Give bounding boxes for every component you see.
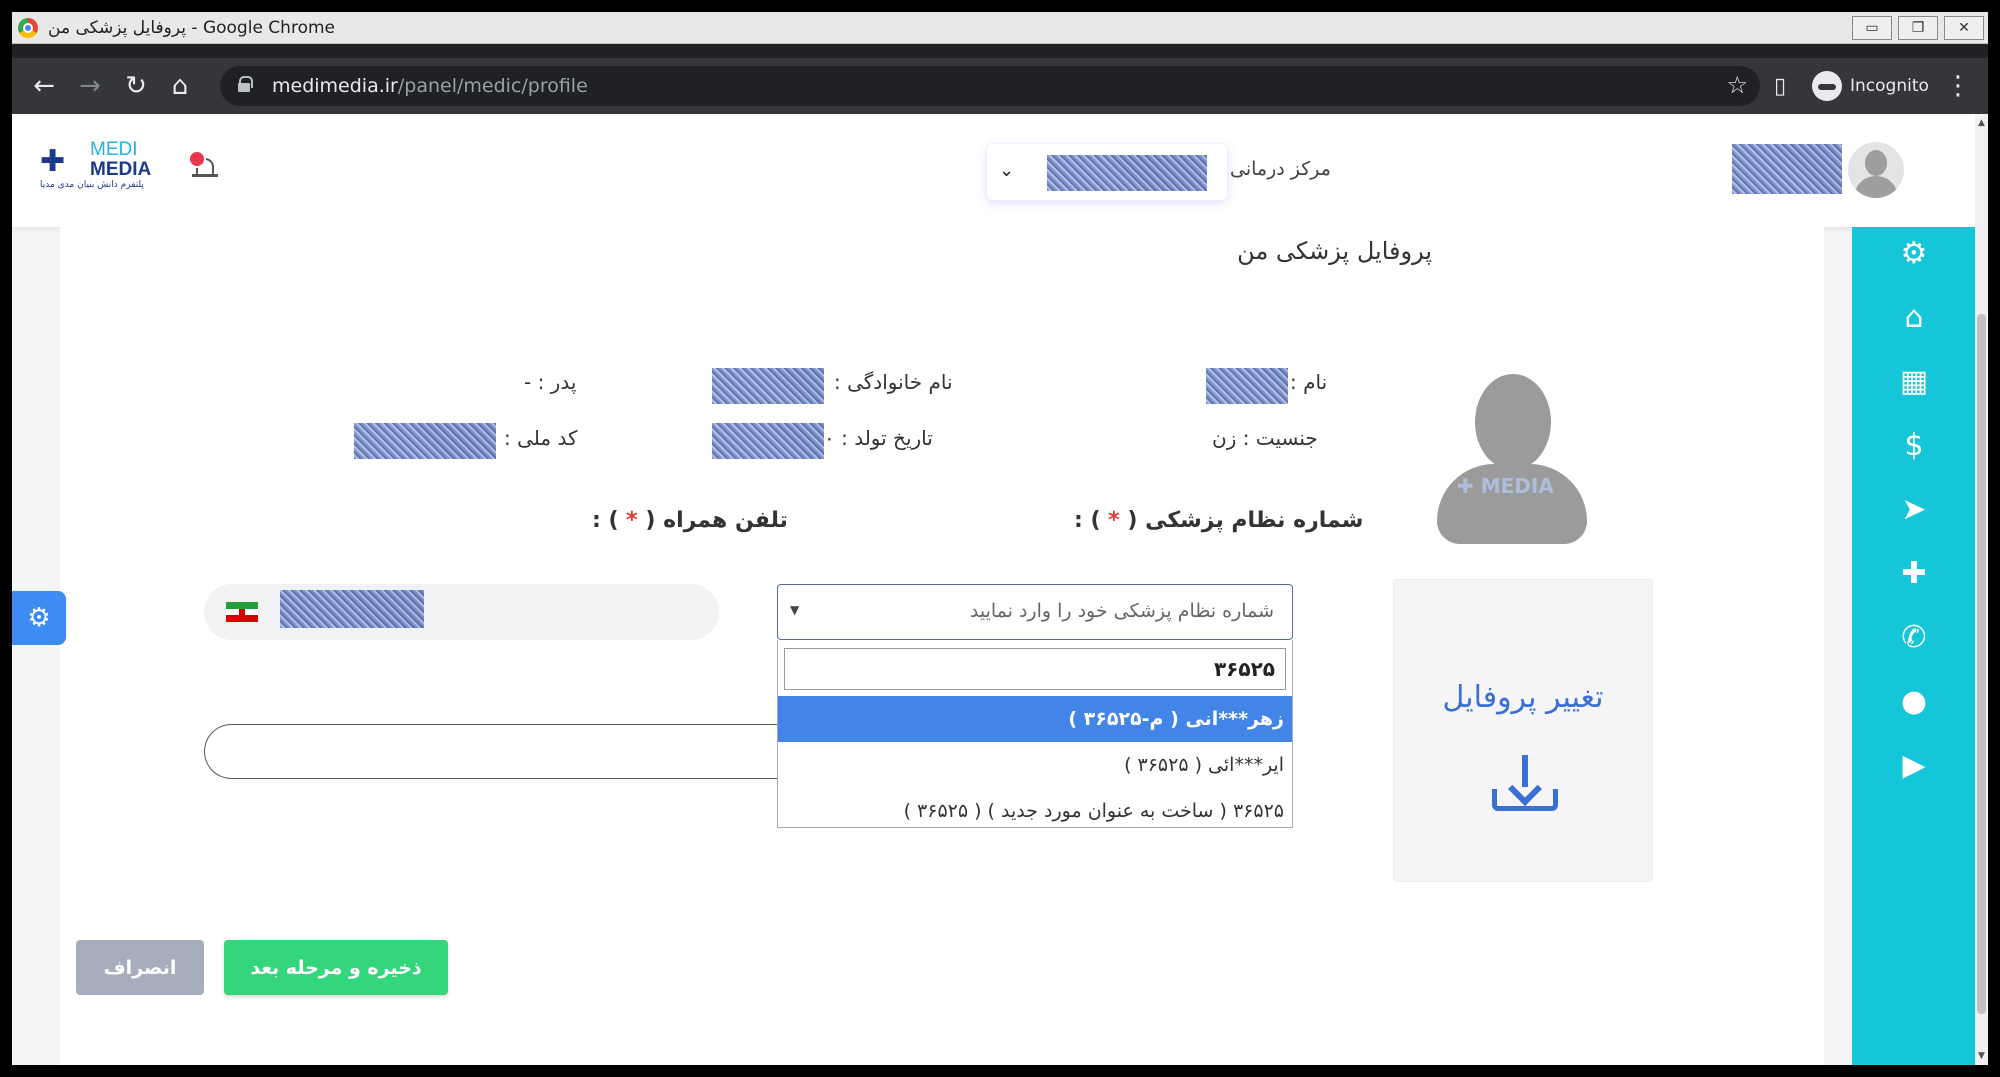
side-panel-icon[interactable]: ▯: [1764, 70, 1796, 102]
restore-button[interactable]: ❐: [1898, 16, 1938, 40]
chevron-down-icon: ⌄: [999, 160, 1015, 181]
file-plus-icon[interactable]: ✚: [1894, 553, 1934, 593]
browser-toolbar: ← → ↻ ⌂ medimedia.ir/panel/medic/profile…: [12, 58, 1988, 114]
dropdown-option[interactable]: ۳۶۵۲۵ ( ساخت به عنوان مورد جدید ) ( ۳۶۵۲…: [778, 788, 1292, 834]
chrome-logo-icon: [18, 18, 38, 38]
medical-number-label: شماره نظام پزشکی ( * ) :: [1074, 508, 1364, 533]
change-profile-upload[interactable]: تغییر پروفایل: [1393, 579, 1653, 882]
tab-strip: [12, 44, 1988, 58]
page-viewport: ✚ MEDI MEDIA پلتفرم دانش بنیان مدی مدیا ⌄…: [12, 114, 1975, 1065]
mobile-value: [280, 590, 424, 628]
lock-icon: [238, 76, 253, 92]
medical-number-dropdown: زهر***انی ( م-۳۶۵۲۵ ) ایر***ائی ( ۳۶۵۲۵ …: [777, 640, 1293, 828]
medical-center-select[interactable]: ⌄: [987, 144, 1227, 200]
last-name-value: [712, 368, 824, 404]
profile-picture: ✚ MEDIA: [1437, 374, 1587, 544]
window-titlebar: پروفایل پزشکی من - Google Chrome ▭ ❐ ✕: [12, 12, 1988, 44]
medical-center-value: [1047, 155, 1207, 191]
watermark-logo-icon: ✚ MEDIA: [1457, 474, 1554, 498]
gear-icon[interactable]: ⚙: [1894, 233, 1934, 273]
menu-dots-icon[interactable]: ⋮: [1942, 70, 1974, 102]
birth-date-value: [712, 423, 824, 459]
url-text: medimedia.ir/panel/medic/profile: [272, 75, 588, 97]
clinic-icon[interactable]: ⌂: [1894, 297, 1934, 337]
reload-icon[interactable]: ↻: [120, 70, 152, 102]
cancel-button[interactable]: انصراف: [76, 940, 204, 995]
address-bar[interactable]: medimedia.ir/panel/medic/profile ☆: [220, 66, 1760, 106]
change-profile-label: تغییر پروفایل: [1442, 680, 1604, 715]
select-placeholder: شماره نظام پزشکی خود را وارد نمایید: [969, 600, 1274, 622]
bell-icon[interactable]: [188, 150, 218, 182]
bookmark-star-icon[interactable]: ☆: [1726, 71, 1748, 99]
mobile-input[interactable]: [204, 584, 719, 640]
scroll-up-arrow-icon[interactable]: ▲: [1975, 116, 1988, 130]
page-title: پروفایل پزشکی من: [1237, 237, 1432, 265]
birth-date-label: تاریخ تولد : ۰: [824, 426, 933, 450]
avatar[interactable]: [1848, 142, 1904, 198]
logo-mark-icon: ✚: [40, 144, 66, 179]
phone-icon[interactable]: ✆: [1894, 617, 1934, 657]
page-scrollbar[interactable]: ▲ ▼: [1975, 114, 1988, 1065]
mobile-label: تلفن همراه ( * ) :: [592, 508, 788, 533]
dropdown-search-field[interactable]: [784, 648, 1286, 690]
forward-arrow-icon[interactable]: →: [74, 70, 106, 102]
user-name[interactable]: [1732, 144, 1842, 194]
dropdown-option[interactable]: ایر***ائی ( ۳۶۵۲۵ ): [778, 742, 1292, 788]
gender-label: جنسیت : زن: [1212, 426, 1318, 450]
download-icon: [1492, 755, 1558, 815]
medical-number-select[interactable]: شماره نظام پزشکی خود را وارد نمایید ▼: [777, 584, 1293, 640]
close-button[interactable]: ✕: [1944, 16, 1984, 40]
minimize-button[interactable]: ▭: [1852, 16, 1892, 40]
hand-money-icon[interactable]: $: [1894, 425, 1934, 465]
building-user-icon[interactable]: ▦: [1894, 361, 1934, 401]
dropdown-arrow-icon: ▼: [790, 603, 800, 617]
incognito-icon: [1812, 71, 1842, 101]
send-icon[interactable]: ➤: [1894, 489, 1934, 529]
video-icon[interactable]: ▶: [1894, 745, 1934, 785]
back-arrow-icon[interactable]: ←: [28, 70, 60, 102]
first-name-label: نام :: [1290, 370, 1328, 394]
father-label: پدر : -: [524, 370, 577, 394]
settings-gear-icon[interactable]: ⚙: [12, 591, 66, 645]
site-header: ✚ MEDI MEDIA پلتفرم دانش بنیان مدی مدیا ⌄…: [12, 114, 1975, 227]
save-next-button[interactable]: ذخیره و مرحله بعد: [224, 940, 448, 995]
first-name-value: [1206, 368, 1288, 404]
sidebar: ⚙ ⌂ ▦ $ ➤ ✚ ✆ ● ▶: [1852, 227, 1975, 1065]
user-icon[interactable]: ●: [1894, 681, 1934, 721]
text-input[interactable]: [204, 724, 779, 779]
medical-center-label: مرکز درمانی: [1230, 158, 1331, 180]
iran-flag-icon: [226, 602, 258, 622]
last-name-label: نام خانوادگی :: [834, 370, 953, 394]
dropdown-option[interactable]: زهر***انی ( م-۳۶۵۲۵ ): [778, 696, 1292, 742]
home-icon[interactable]: ⌂: [164, 70, 196, 102]
scroll-thumb[interactable]: [1977, 314, 1986, 1014]
scroll-down-arrow-icon[interactable]: ▼: [1975, 1049, 1988, 1063]
notification-dot: [188, 150, 206, 168]
window-title: پروفایل پزشکی من - Google Chrome: [48, 18, 335, 38]
incognito-badge[interactable]: Incognito: [1812, 68, 1929, 104]
national-id-value: [354, 423, 496, 459]
dropdown-search-input[interactable]: [785, 649, 1285, 689]
national-id-label: کد ملی :: [504, 426, 578, 450]
